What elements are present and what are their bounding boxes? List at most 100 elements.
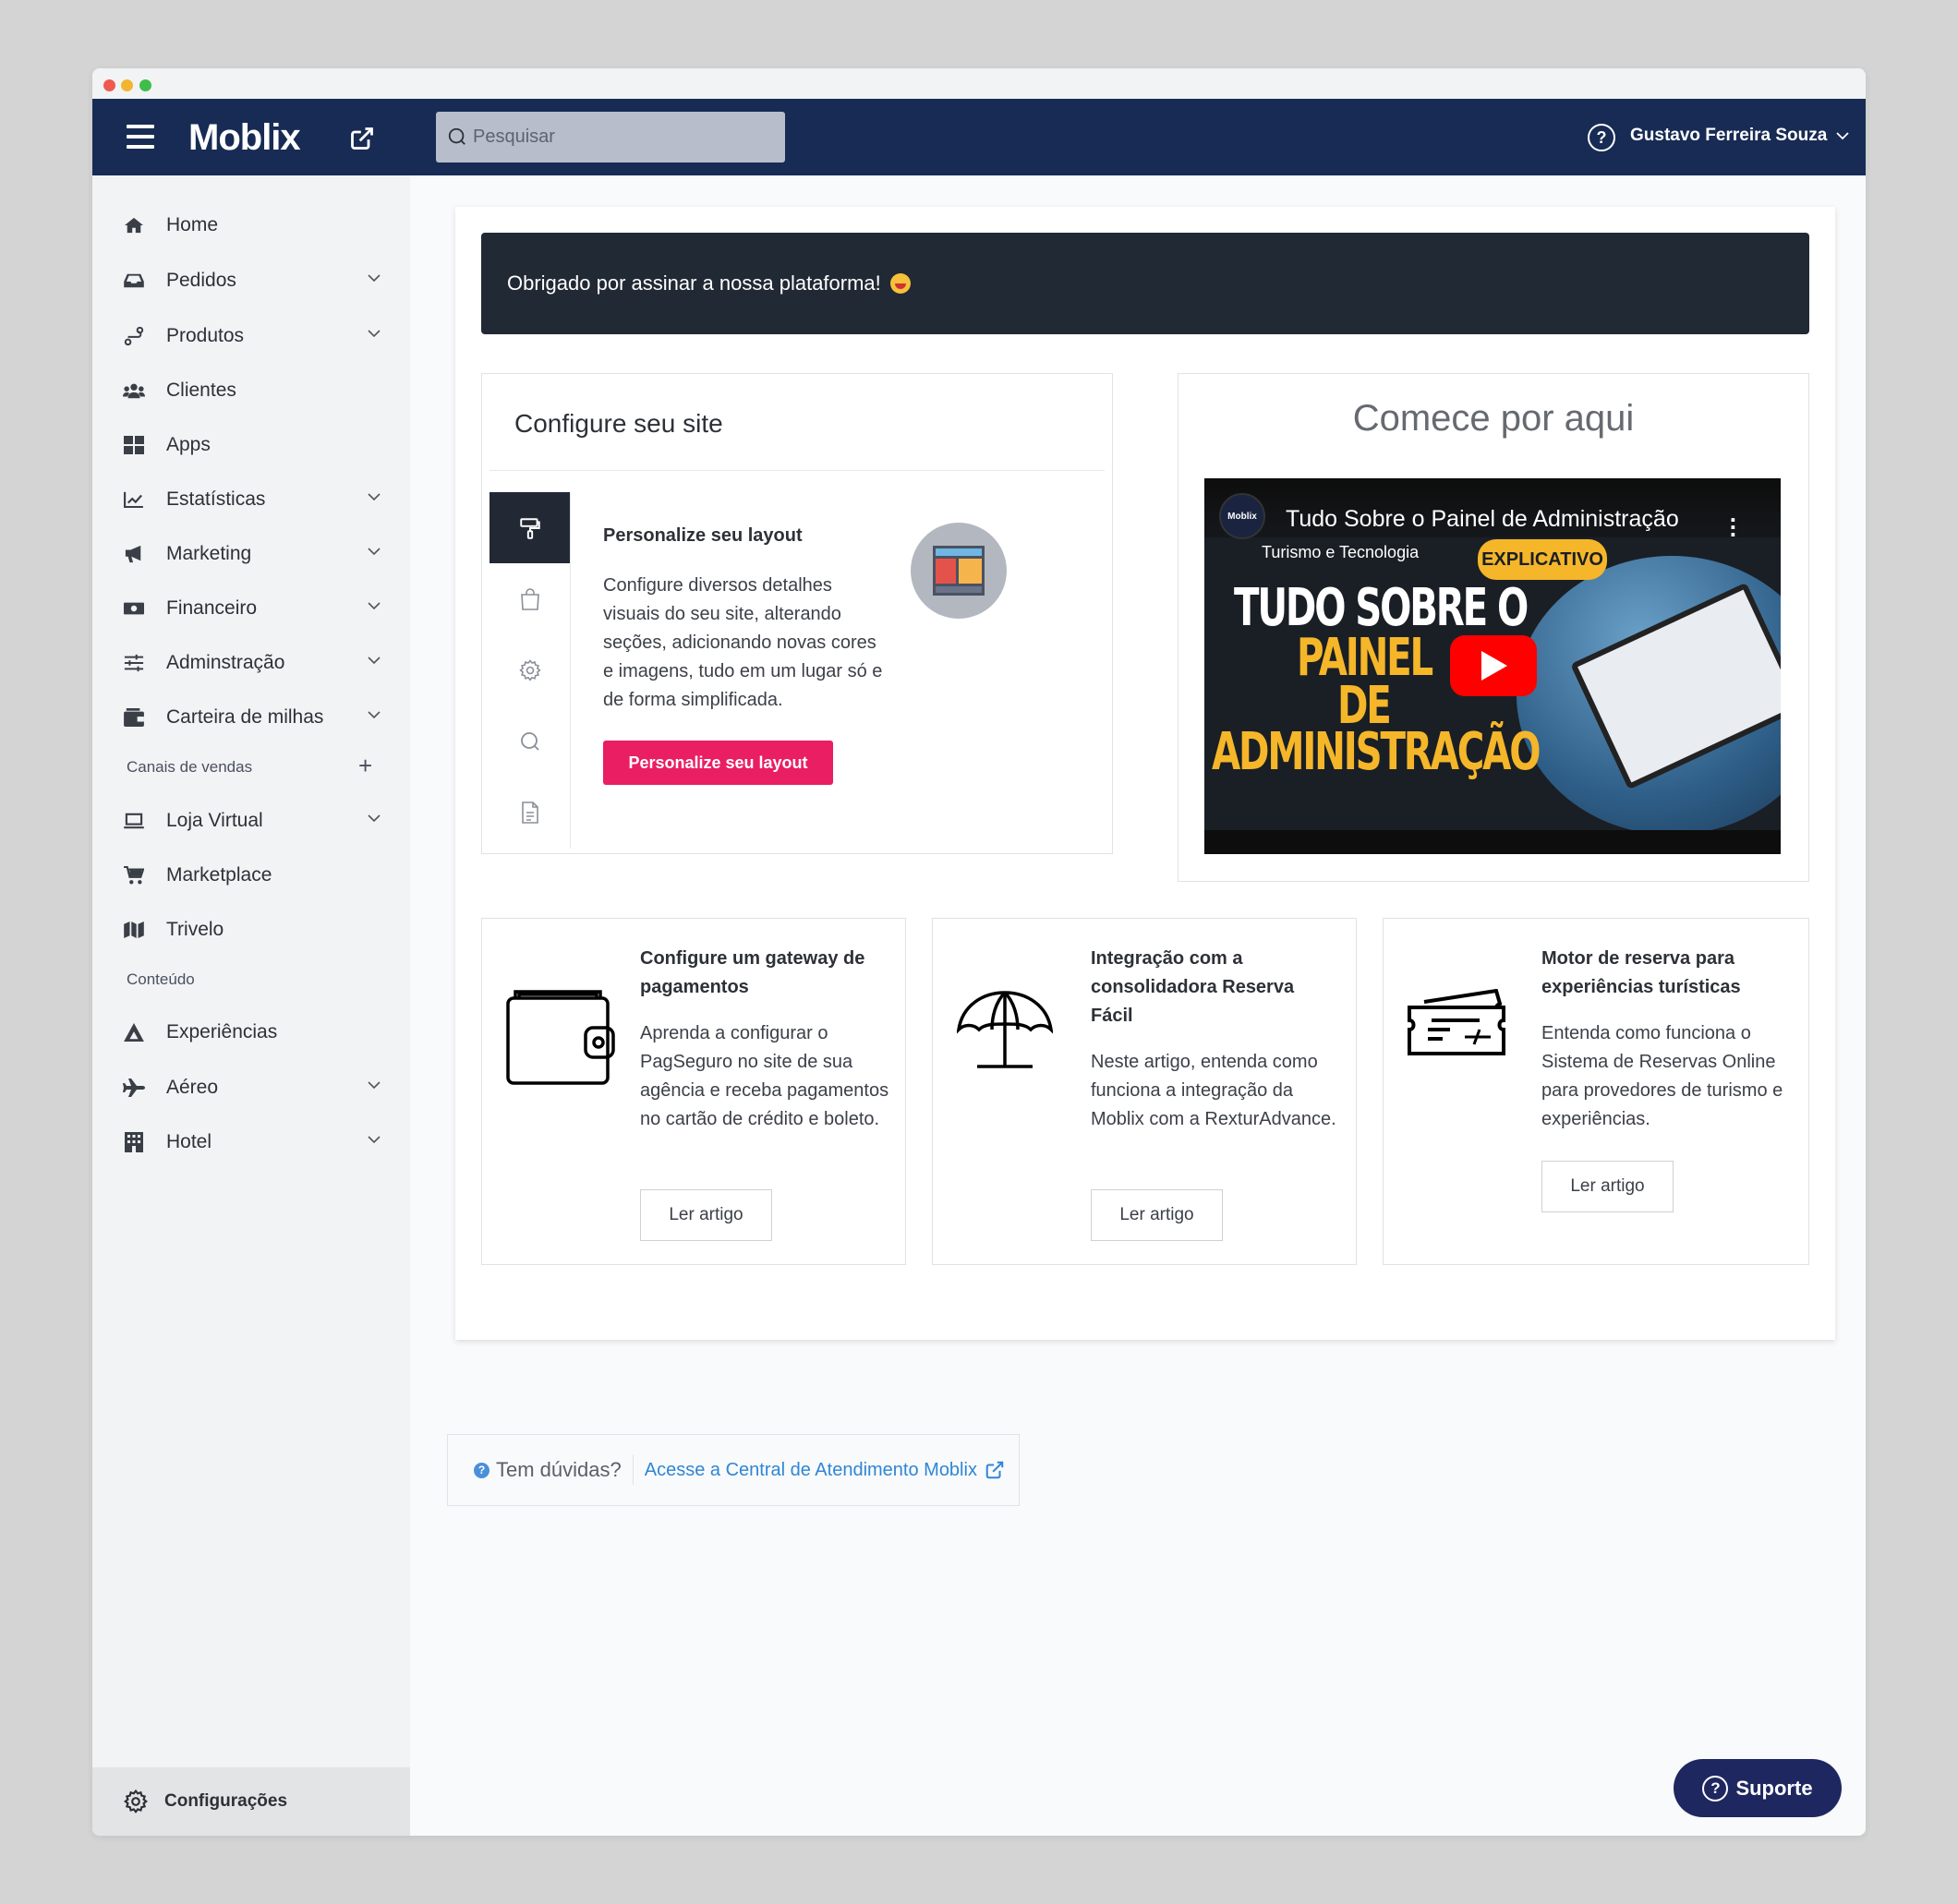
- site-config-title: Configure seu site: [514, 409, 723, 438]
- video-tag: EXPLICATIVO: [1478, 539, 1607, 580]
- sidebar-item-label: Hotel: [166, 1131, 212, 1152]
- divider: [632, 1455, 634, 1485]
- help-link-text: Acesse a Central de Atendimento Moblix: [644, 1459, 977, 1480]
- grid-icon: [122, 433, 146, 457]
- sidebar-item-label: Clientes: [166, 380, 236, 401]
- shopping-bag-icon: [520, 587, 539, 610]
- sidebar-item-label: Pedidos: [166, 270, 236, 291]
- article-card-payment: Configure um gateway de pagamentos Apren…: [481, 918, 906, 1265]
- tab-layout[interactable]: [490, 492, 570, 563]
- tab-store[interactable]: [490, 563, 570, 634]
- chevron-down-icon: [368, 548, 381, 556]
- config-label: Configurações: [164, 1791, 288, 1811]
- help-center-link[interactable]: Acesse a Central de Atendimento Moblix: [645, 1460, 1005, 1481]
- map-icon: [122, 918, 146, 942]
- sidebar-item-marketplace[interactable]: Marketplace: [122, 857, 381, 894]
- question-icon: ?: [474, 1462, 490, 1478]
- channel-logo[interactable]: Moblix: [1219, 493, 1265, 539]
- sidebar-item-estatisticas[interactable]: Estatísticas: [122, 481, 381, 518]
- hotel-icon: [122, 1130, 146, 1154]
- sidebar-item-label: Loja Virtual: [166, 810, 263, 831]
- sidebar-item-administracao[interactable]: Adminstração: [122, 645, 381, 681]
- dashboard-card: Obrigado por assinar a nossa plataforma!…: [455, 207, 1835, 1340]
- brand-logo[interactable]: Moblix: [188, 117, 301, 159]
- read-article-button[interactable]: Ler artigo: [640, 1189, 772, 1241]
- sidebar-item-financeiro[interactable]: Financeiro: [122, 590, 381, 627]
- customize-layout-button[interactable]: Personalize seu layout: [603, 741, 833, 785]
- sidebar-item-configuracoes[interactable]: Configurações: [92, 1767, 410, 1836]
- ticket-icon: [1408, 988, 1509, 1062]
- sidebar-item-label: Marketplace: [166, 864, 272, 886]
- cart-icon: [122, 863, 146, 887]
- help-icon[interactable]: ?: [1588, 124, 1615, 151]
- read-article-button[interactable]: Ler artigo: [1091, 1189, 1223, 1241]
- maximize-window-dot[interactable]: [139, 79, 151, 91]
- sidebar-item-pedidos[interactable]: Pedidos: [122, 262, 381, 299]
- browser-window: Moblix ? Gustavo Ferreira Souza Home Ped…: [92, 68, 1866, 1836]
- tab-seo[interactable]: [490, 705, 570, 777]
- sidebar-item-apps[interactable]: Apps: [122, 427, 381, 464]
- sidebar-item-marketing[interactable]: Marketing: [122, 536, 381, 572]
- close-window-dot[interactable]: [103, 79, 115, 91]
- article-text: Neste artigo, entenda como funciona a in…: [1091, 1052, 1336, 1129]
- article-card-integration: Integração com a consolidadora Reserva F…: [932, 918, 1357, 1265]
- beach-umbrella-icon: [956, 989, 1054, 1073]
- chart-icon: [122, 488, 146, 512]
- sidebar-item-loja-virtual[interactable]: Loja Virtual: [122, 802, 381, 839]
- tab-pages[interactable]: [490, 777, 570, 848]
- sidebar-item-trivelo[interactable]: Trivelo: [122, 911, 381, 948]
- search-icon: [520, 731, 539, 751]
- add-channel-icon[interactable]: +: [358, 752, 372, 780]
- user-menu[interactable]: Gustavo Ferreira Souza: [1630, 126, 1849, 146]
- read-article-button[interactable]: Ler artigo: [1541, 1161, 1674, 1212]
- sidebar-item-aereo[interactable]: Aéreo: [122, 1069, 381, 1106]
- support-button[interactable]: ? Suporte: [1674, 1759, 1842, 1817]
- megaphone-icon: [122, 542, 146, 566]
- chevron-down-icon: [1836, 132, 1849, 140]
- sidebar-item-experiencias[interactable]: Experiências: [122, 1014, 381, 1051]
- plane-icon: [122, 1076, 146, 1100]
- wallet-icon: [122, 705, 146, 729]
- welcome-banner: Obrigado por assinar a nossa plataforma!: [481, 233, 1809, 334]
- chevron-down-icon: [368, 274, 381, 283]
- help-circle-icon: ?: [1702, 1775, 1729, 1802]
- help-center-bar: ? Tem dúvidas? Acesse a Central de Atend…: [447, 1434, 1020, 1506]
- more-vertical-icon[interactable]: ...: [1730, 501, 1736, 540]
- home-icon: [122, 213, 146, 237]
- banner-text: Obrigado por assinar a nossa plataforma!: [507, 271, 881, 295]
- search-input[interactable]: [473, 123, 768, 151]
- sidebar-item-label: Carteira de milhas: [166, 706, 324, 728]
- menu-toggle-icon[interactable]: [127, 125, 154, 149]
- chevron-down-icon: [368, 711, 381, 719]
- user-name: Gustavo Ferreira Souza: [1630, 126, 1828, 145]
- tab-settings[interactable]: [490, 634, 570, 705]
- sidebar: Home Pedidos Produtos Clientes Apps Esta…: [92, 175, 410, 1836]
- chevron-down-icon: [368, 493, 381, 501]
- sidebar-item-carteira-de-milhas[interactable]: Carteira de milhas: [122, 699, 381, 736]
- sidebar-item-label: Produtos: [166, 325, 245, 346]
- sidebar-item-label: Aéreo: [166, 1077, 219, 1098]
- sidebar-item-label: Adminstração: [166, 652, 285, 673]
- sidebar-item-produtos[interactable]: Produtos: [122, 318, 381, 355]
- external-link-icon: [985, 1461, 1004, 1479]
- sidebar-item-hotel[interactable]: Hotel: [122, 1124, 381, 1161]
- video-title[interactable]: Tudo Sobre o Painel de Administração: [1286, 506, 1679, 533]
- chevron-down-icon: [368, 1136, 381, 1144]
- article-card-booking: Motor de reserva para experiências turís…: [1383, 918, 1809, 1265]
- video-control-bar: [1204, 830, 1781, 854]
- divider: [490, 470, 1105, 471]
- open-site-external-icon[interactable]: [349, 126, 375, 156]
- sidebar-item-home[interactable]: Home: [122, 207, 381, 244]
- video-headline-4: ADMINISTRAÇÃO: [1212, 722, 1541, 782]
- tutorial-video[interactable]: Moblix Tudo Sobre o Painel de Administra…: [1204, 478, 1781, 854]
- play-icon[interactable]: [1450, 635, 1537, 696]
- chevron-down-icon: [368, 602, 381, 610]
- sidebar-item-label: Experiências: [166, 1021, 278, 1042]
- layout-description: Configure diversos detalhes visuais do s…: [603, 575, 883, 710]
- article-title: Configure um gateway de pagamentos: [640, 948, 865, 997]
- article-title: Motor de reserva para experiências turís…: [1541, 948, 1741, 997]
- sidebar-item-clientes[interactable]: Clientes: [122, 372, 381, 409]
- minimize-window-dot[interactable]: [121, 79, 133, 91]
- getting-started-title: Comece por aqui: [1352, 398, 1635, 439]
- support-label: Suporte: [1735, 1776, 1813, 1800]
